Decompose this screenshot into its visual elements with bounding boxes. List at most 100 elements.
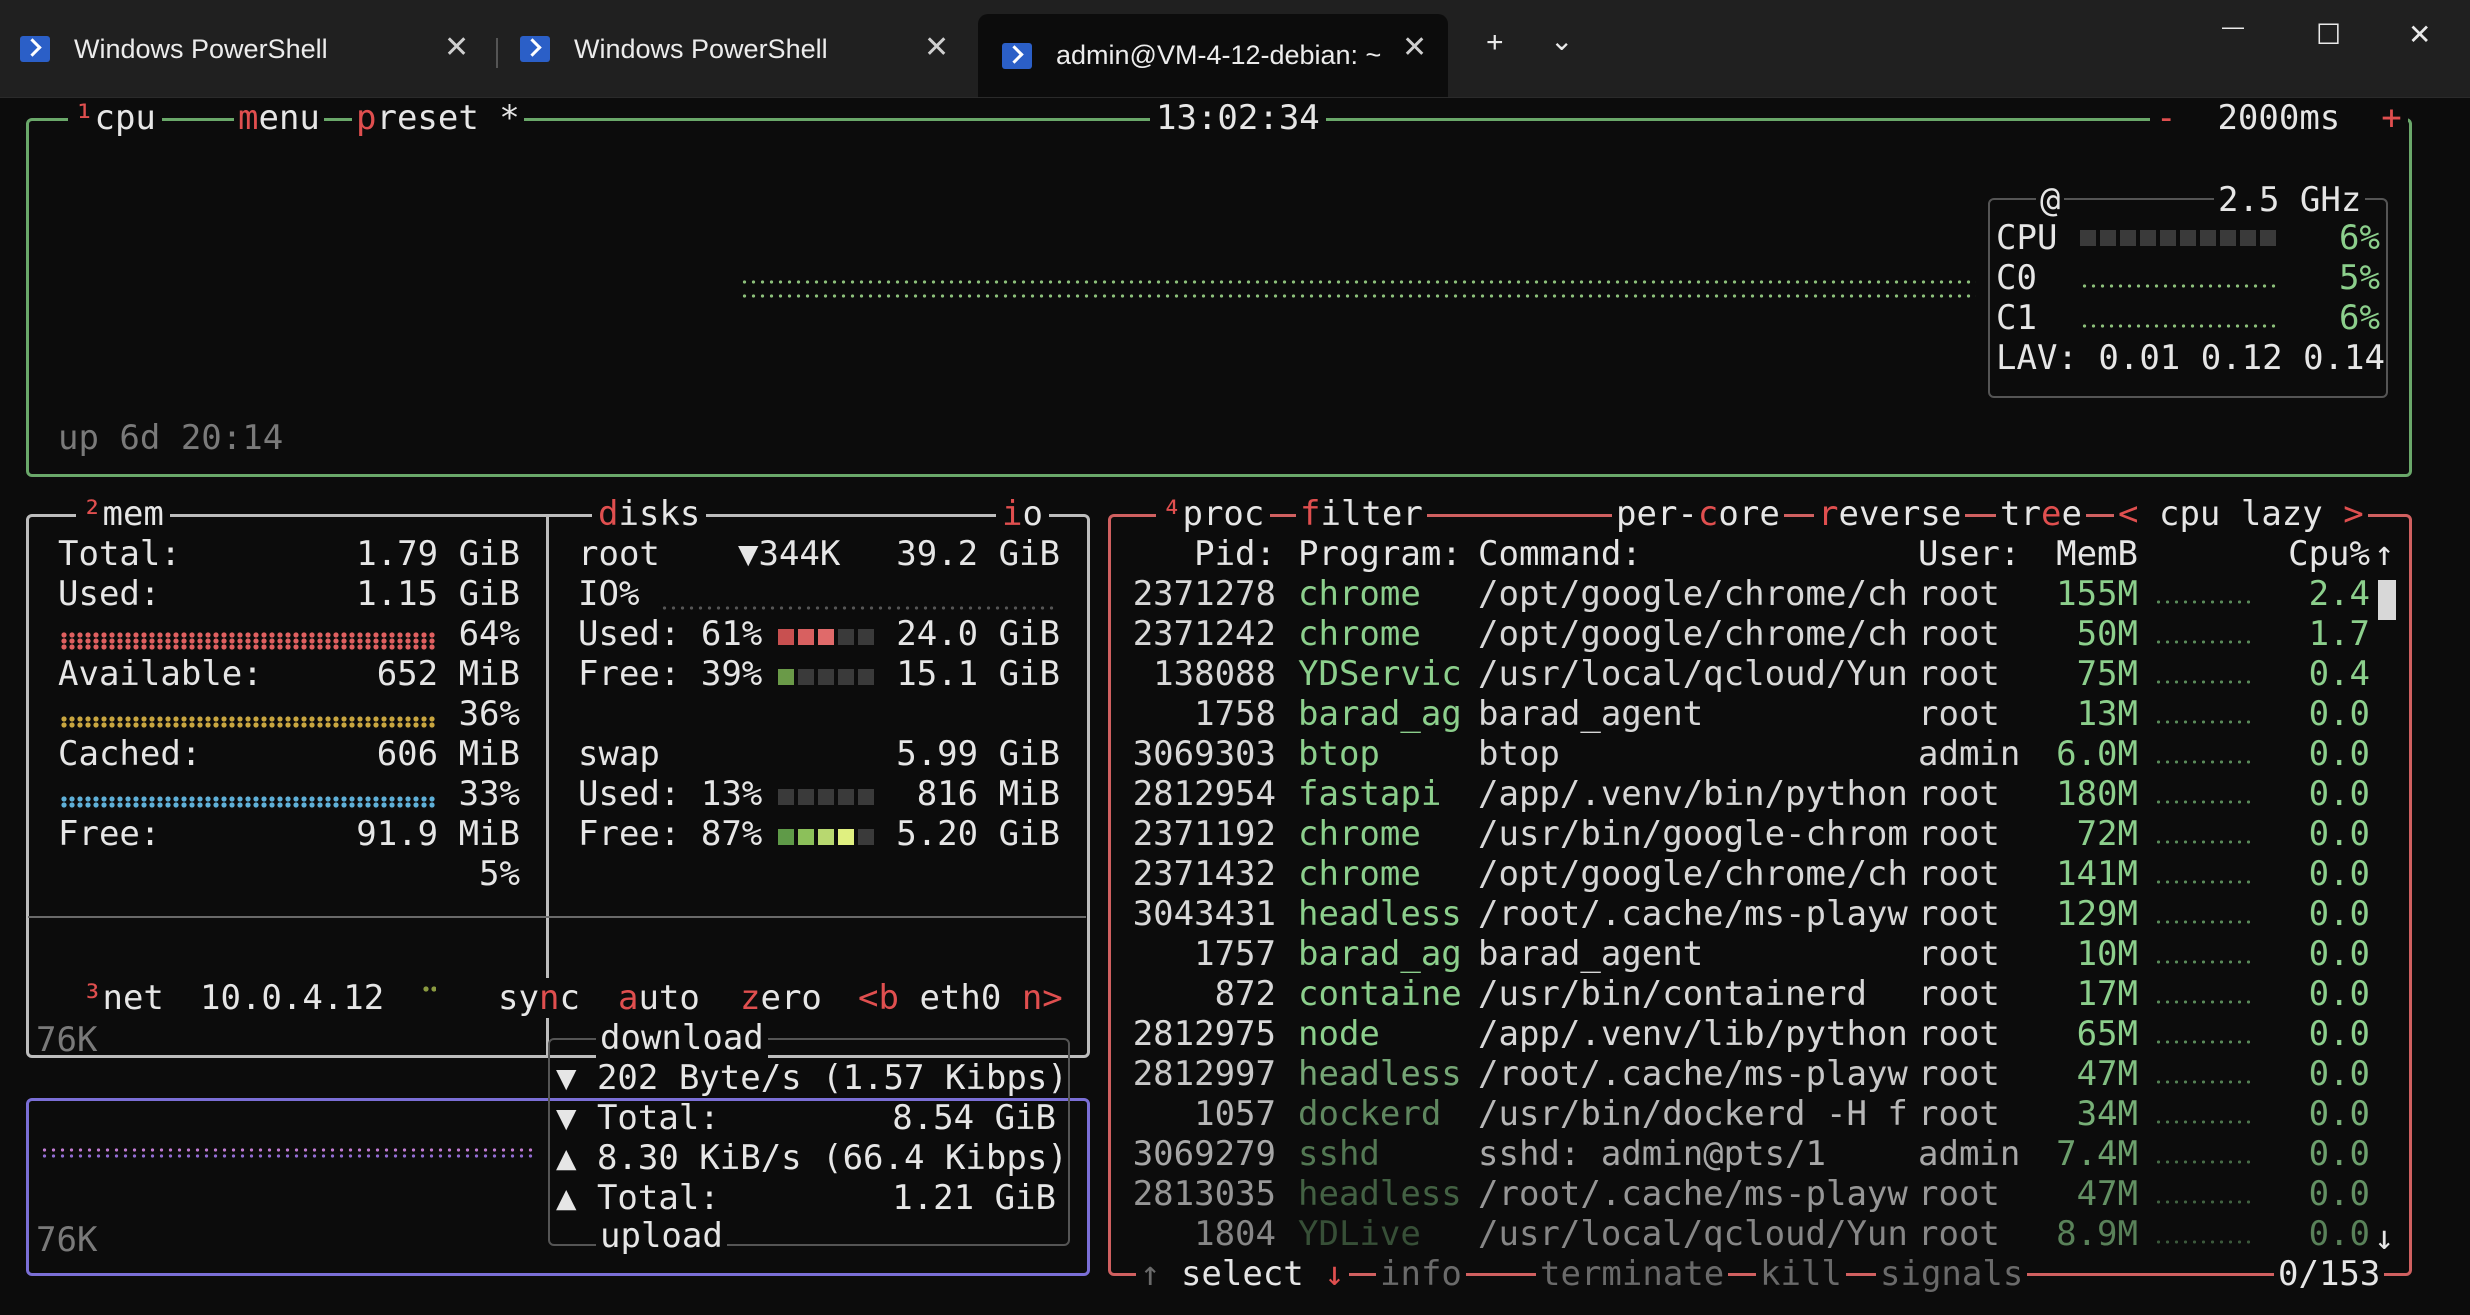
update-interval[interactable]: - 2000ms + [2150, 98, 2408, 138]
proc-kill-button[interactable]: kill [1756, 1254, 1846, 1294]
process-command: sshd: admin@pts/1 [1478, 1134, 1826, 1174]
tab-powershell-1[interactable]: Windows PowerShell ✕ [20, 14, 480, 84]
process-row[interactable]: 2812975 node/app/.venv/lib/python root 65M 0… [1130, 1014, 2380, 1054]
swap-size: 5.99 GiB [896, 734, 1060, 774]
cpu-core1-graph [2080, 324, 2276, 328]
cpu-graph-line [740, 294, 1976, 298]
process-row[interactable]: 2371432 chrome/opt/google/chrome/ch root 14… [1130, 854, 2380, 894]
proc-tree-toggle[interactable]: tree [1996, 494, 2086, 534]
proc-info-button[interactable]: info [1376, 1254, 1466, 1294]
process-command: /usr/local/qcloud/Yun [1478, 654, 1908, 694]
io-toggle[interactable]: io [996, 494, 1049, 534]
scroll-down-icon[interactable]: ↓ [2374, 1218, 2394, 1258]
process-program: barad_ag [1298, 694, 1462, 734]
proc-select-hint[interactable]: ↑ select ↓ [1136, 1254, 1349, 1294]
process-mem: 75M [2076, 654, 2138, 694]
tab-separator [496, 38, 498, 68]
net-download-rate: ▼ 202 Byte/s (1.57 Kibps) [556, 1058, 1068, 1098]
disk-root-label: root [578, 534, 660, 574]
proc-reverse-toggle[interactable]: reverse [1814, 494, 1966, 534]
scroll-up-icon[interactable]: ↑ [2374, 534, 2394, 574]
proc-signals-button[interactable]: signals [1876, 1254, 2028, 1294]
preset-button[interactable]: preset * [352, 98, 524, 138]
process-row[interactable]: 1057 dockerd/usr/bin/dockerd -H f root 34M 0… [1130, 1094, 2380, 1134]
proc-terminate-button[interactable]: terminate [1536, 1254, 1729, 1294]
swap-free-meter [778, 829, 874, 845]
process-scrollbar-thumb[interactable] [2378, 580, 2396, 620]
minimize-button[interactable]: — [2222, 14, 2244, 40]
tab-dropdown-button[interactable]: ⌄ [1550, 24, 1573, 57]
net-interface-selector[interactable]: <b eth0 n> [854, 978, 1067, 1018]
net-upload-label: upload [596, 1216, 727, 1256]
close-tab-icon[interactable]: ✕ [444, 30, 469, 65]
mem-free-meter [422, 986, 436, 992]
process-cpu: 0.0 [2308, 1094, 2370, 1134]
process-user: root [1918, 814, 2000, 854]
net-title[interactable]: ³net [76, 978, 170, 1018]
process-row[interactable]: 3043431 headless/root/.cache/ms-playw root… [1130, 894, 2380, 934]
process-pid: 2371432 [1132, 854, 1276, 894]
process-command: /usr/bin/google-chrom [1478, 814, 1908, 854]
process-row[interactable]: 2371192 chrome/usr/bin/google-chrom root 72… [1130, 814, 2380, 854]
col-cpu[interactable]: Cpu% [2270, 534, 2370, 574]
process-user: root [1918, 574, 2000, 614]
mem-cached-meter [60, 796, 436, 808]
close-window-button[interactable]: ✕ [2408, 18, 2431, 51]
process-user: root [1918, 934, 2000, 974]
process-row[interactable]: 3069279 sshd sshd: admin@pts/1 admin 7.4M 0.0 [1130, 1134, 2380, 1174]
net-sync-button[interactable]: sync [494, 978, 584, 1018]
process-program: chrome [1298, 574, 1421, 614]
process-mem: 47M [2076, 1054, 2138, 1094]
tab-ssh-session[interactable]: admin@VM-4-12-debian: ~ ✕ [978, 14, 1448, 97]
process-cpu: 0.0 [2308, 694, 2370, 734]
cpu-core1-label: C1 [1996, 298, 2037, 338]
cpu-graph [740, 280, 1976, 284]
process-pid: 1804 [1194, 1214, 1276, 1254]
process-mem: 34M [2076, 1094, 2138, 1134]
tab-powershell-2[interactable]: Windows PowerShell ✕ [520, 14, 960, 84]
process-row[interactable]: 872 containe/usr/bin/containerd root 17M 0.0 [1130, 974, 2380, 1014]
col-mem[interactable]: MemB [2008, 534, 2138, 574]
close-tab-icon[interactable]: ✕ [924, 30, 949, 65]
process-row[interactable]: 2371242 chrome/opt/google/chrome/ch root 50… [1130, 614, 2380, 654]
process-pid: 1757 [1194, 934, 1276, 974]
new-tab-button[interactable]: + [1486, 26, 1504, 60]
col-user[interactable]: User: [1918, 534, 2020, 574]
process-row[interactable]: 3069303 btop btop admin 6.0M 0.0 [1130, 734, 2380, 774]
col-program[interactable]: Program: [1298, 534, 1462, 574]
process-row[interactable]: 2812954 fastapi/app/.venv/bin/python root 1… [1130, 774, 2380, 814]
disks-panel-title[interactable]: disks [592, 494, 707, 534]
mem-panel-title[interactable]: ²mem [76, 494, 170, 534]
proc-per-core-toggle[interactable]: per-core [1612, 494, 1784, 534]
proc-filter-button[interactable]: filter [1296, 494, 1427, 534]
process-user: root [1918, 894, 2000, 934]
net-auto-button[interactable]: auto [614, 978, 704, 1018]
process-row[interactable]: 1804 YDLive/usr/local/qcloud/Yun root 8.9M 0… [1130, 1214, 2380, 1254]
process-row[interactable]: 2813035 headless/root/.cache/ms-playw root… [1130, 1174, 2380, 1214]
col-command[interactable]: Command: [1478, 534, 1642, 574]
maximize-button[interactable]: ☐ [2316, 18, 2341, 51]
process-mem: 6.0M [2056, 734, 2138, 774]
terminal-area[interactable]: ¹cpu menu preset * 13:02:34 - 2000ms + u… [0, 97, 2470, 1315]
col-pid[interactable]: Pid: [1130, 534, 1276, 574]
process-pid: 2371278 [1132, 574, 1276, 614]
menu-button[interactable]: menu [234, 98, 324, 138]
process-row[interactable]: 1757 barad_ag barad_agent root 10M 0.0 [1130, 934, 2380, 974]
disk-used: 24.0 GiB [896, 614, 1060, 654]
process-row[interactable]: 2371278 chrome/opt/google/chrome/ch root 15… [1130, 574, 2380, 614]
process-row[interactable]: 1758 barad_ag barad_agent root 13M 0.0 [1130, 694, 2380, 734]
close-tab-icon[interactable]: ✕ [1402, 30, 1427, 65]
process-command: /root/.cache/ms-playw [1478, 894, 1908, 934]
process-row[interactable]: 2812997 headless/root/.cache/ms-playw root… [1130, 1054, 2380, 1094]
process-user: root [1918, 974, 2000, 1014]
swap-free: 5.20 GiB [896, 814, 1060, 854]
uptime: up 6d 20:14 [58, 418, 284, 458]
process-cpu: 0.0 [2308, 774, 2370, 814]
proc-panel-title[interactable]: ⁴proc [1156, 494, 1271, 534]
process-command: barad_agent [1478, 694, 1704, 734]
process-row[interactable]: 138088 YDServic/usr/local/qcloud/Yun root 7… [1130, 654, 2380, 694]
process-command: /opt/google/chrome/ch [1478, 614, 1908, 654]
proc-sort-selector[interactable]: < cpu lazy > [2114, 494, 2368, 534]
net-zero-button[interactable]: zero [736, 978, 826, 1018]
cpu-panel-title[interactable]: ¹cpu [68, 98, 162, 138]
